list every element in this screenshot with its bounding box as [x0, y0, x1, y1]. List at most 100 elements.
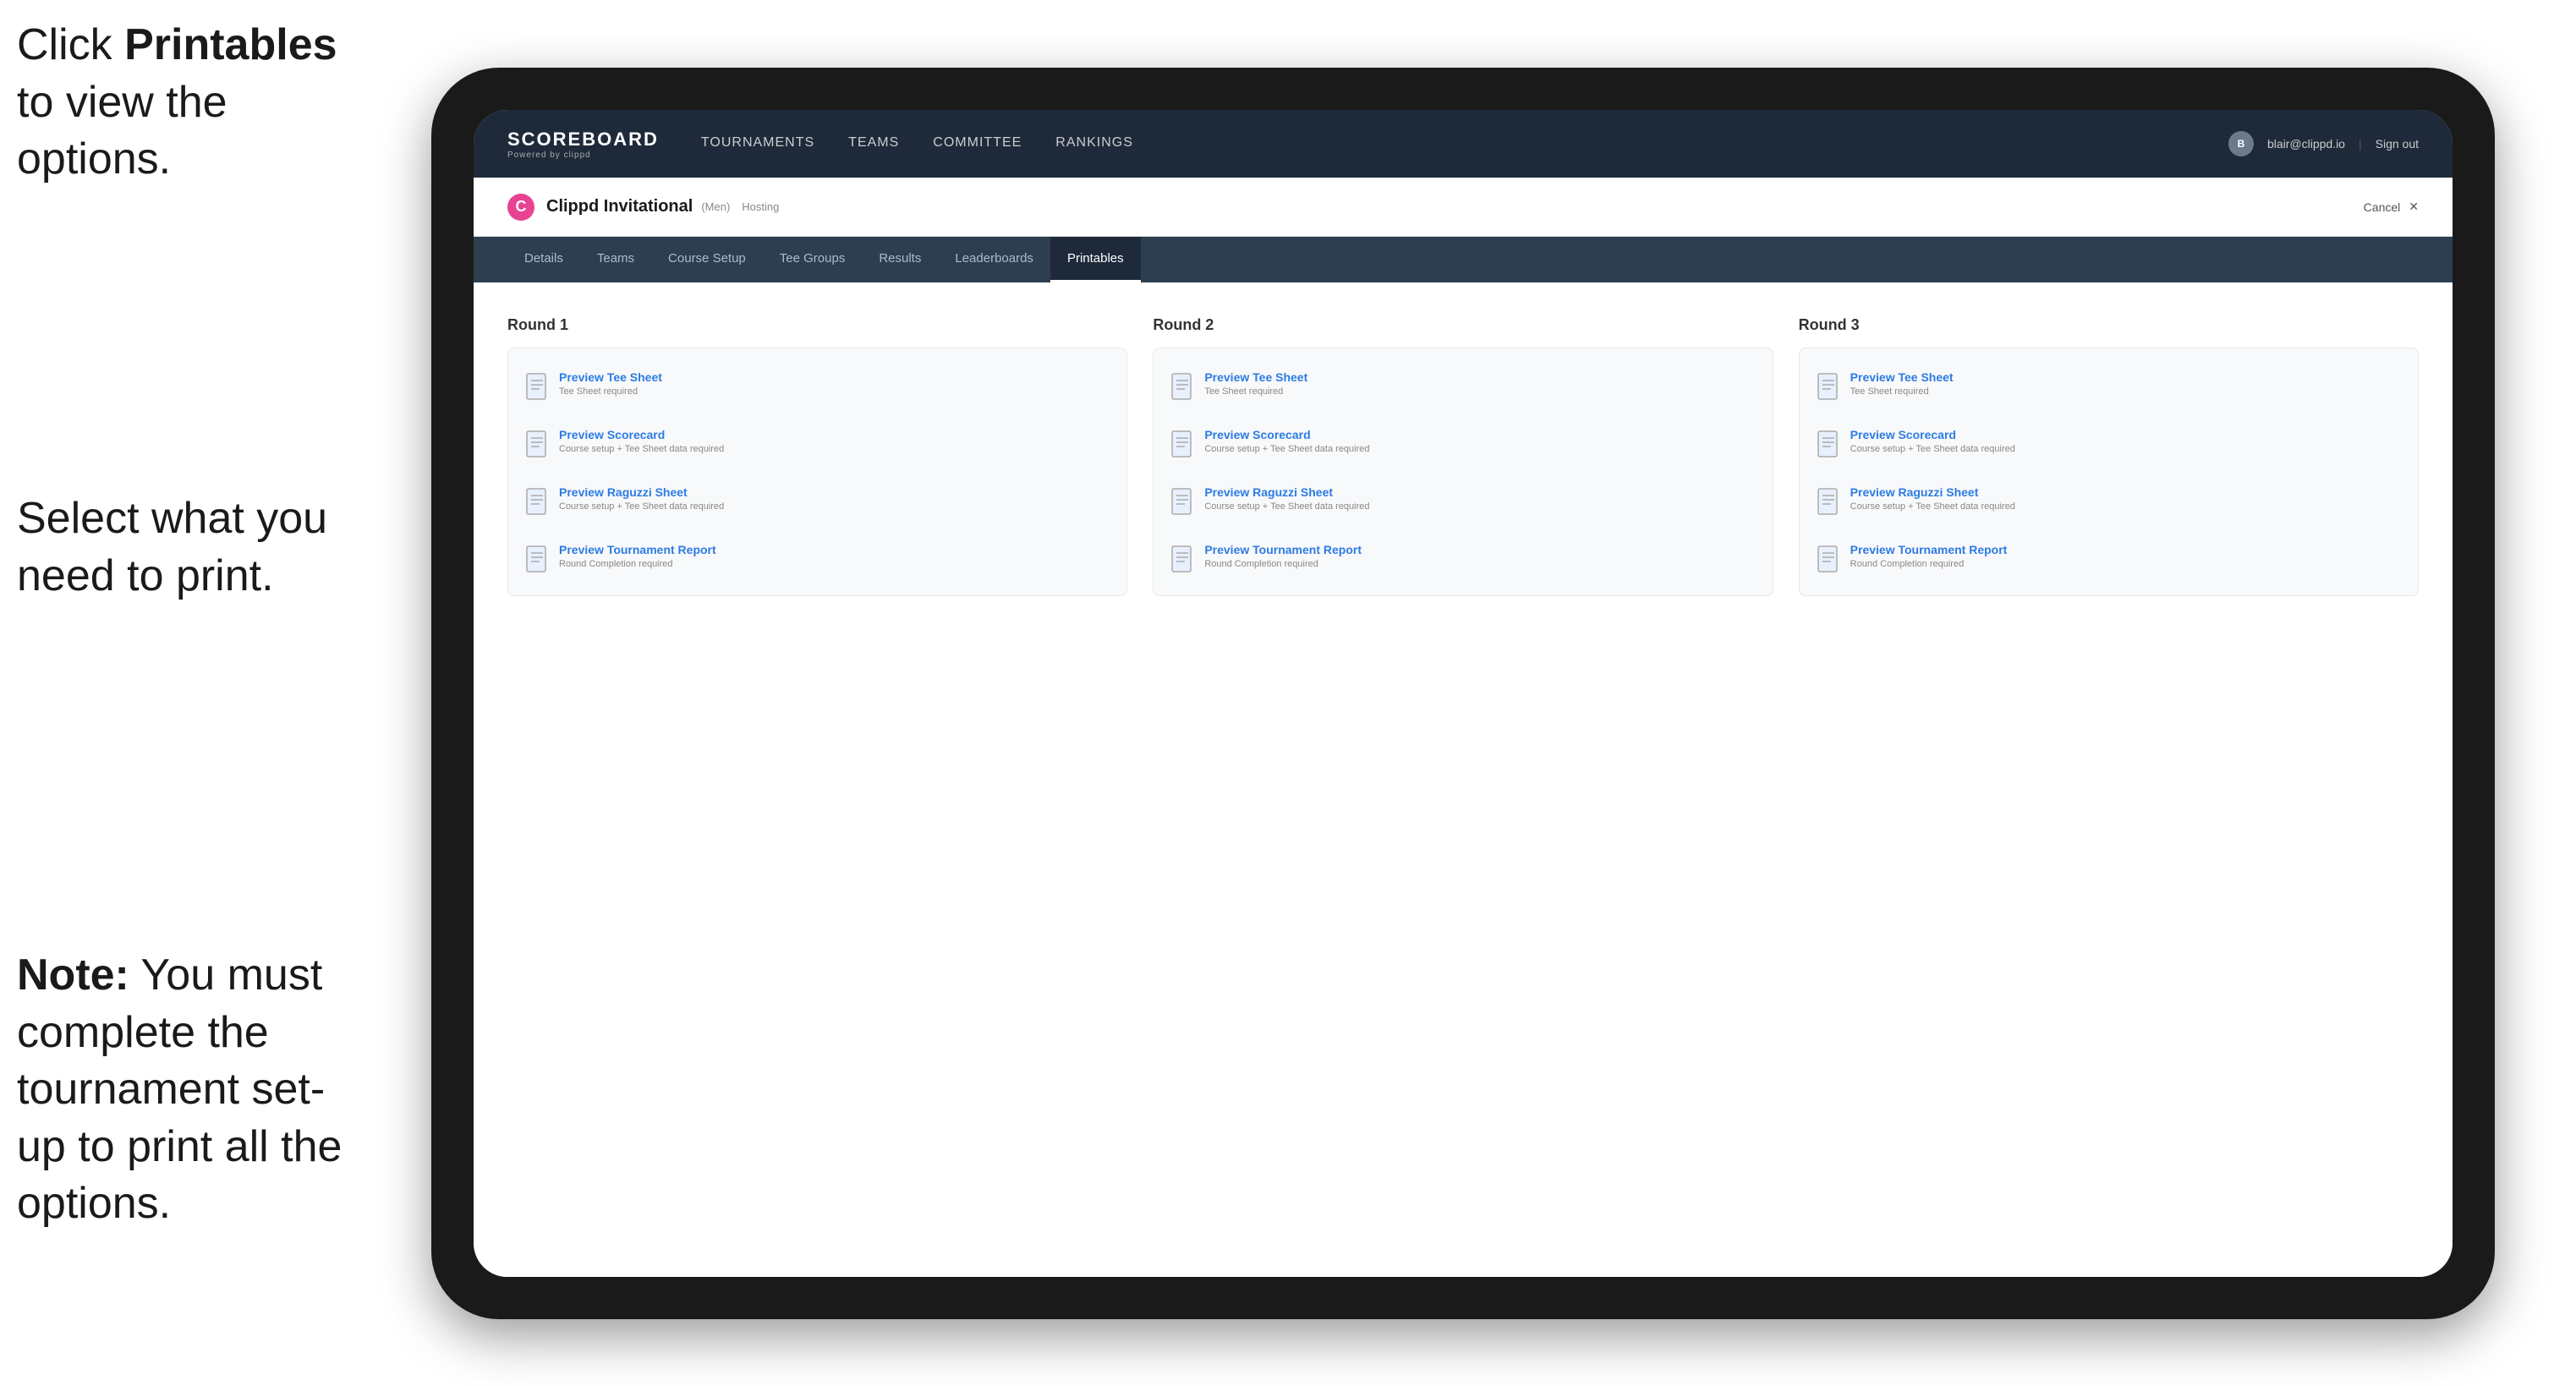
round-1-tee-sheet[interactable]: Preview Tee Sheet Tee Sheet required	[525, 365, 1110, 406]
round-3-tee-sheet-subtitle: Tee Sheet required	[1850, 386, 1954, 397]
annotation-bottom-bold: Note:	[17, 950, 129, 1000]
logo-title: SCOREBOARD	[507, 129, 659, 151]
tab-printables[interactable]: Printables	[1050, 237, 1141, 282]
nav-committee[interactable]: COMMITTEE	[933, 132, 1022, 156]
tournament-tag: (Men)	[701, 200, 730, 213]
tab-bar: Details Teams Course Setup Tee Groups Re…	[474, 237, 2453, 282]
document-icon-7	[1170, 487, 1194, 516]
round-1-scorecard-text: Preview Scorecard Course setup + Tee She…	[559, 428, 724, 454]
round-3-scorecard[interactable]: Preview Scorecard Course setup + Tee She…	[1817, 423, 2401, 463]
round-1-title: Round 1	[507, 316, 1127, 334]
top-nav-right: B blair@clippd.io | Sign out	[2228, 131, 2419, 156]
round-2-raguzzi-subtitle: Course setup + Tee Sheet data required	[1204, 501, 1369, 512]
document-icon-10	[1817, 430, 1840, 458]
document-icon-5	[1170, 372, 1194, 401]
round-2-scorecard-title: Preview Scorecard	[1204, 428, 1369, 441]
tab-details[interactable]: Details	[507, 237, 580, 282]
round-1-tournament-report[interactable]: Preview Tournament Report Round Completi…	[525, 538, 1110, 578]
annotation-top-suffix: to view the options.	[17, 78, 227, 184]
user-email: blair@clippd.io	[2267, 137, 2345, 151]
round-1-raguzzi[interactable]: Preview Raguzzi Sheet Course setup + Tee…	[525, 480, 1110, 521]
tournament-name: Clippd Invitational	[546, 197, 693, 216]
rounds-grid: Round 1	[507, 316, 2419, 596]
round-3-scorecard-subtitle: Course setup + Tee Sheet data required	[1850, 444, 2015, 454]
round-1-tournament-report-title: Preview Tournament Report	[559, 543, 716, 556]
tournament-logo-icon: C	[507, 194, 534, 221]
round-3-tournament-report-title: Preview Tournament Report	[1850, 543, 2008, 556]
round-1-raguzzi-title: Preview Raguzzi Sheet	[559, 485, 724, 499]
round-1-tee-sheet-subtitle: Tee Sheet required	[559, 386, 662, 397]
round-3-tee-sheet-title: Preview Tee Sheet	[1850, 370, 1954, 384]
nav-rankings[interactable]: RANKINGS	[1055, 132, 1133, 156]
user-avatar: B	[2228, 131, 2254, 156]
annotation-middle: Select what you need to print.	[17, 490, 338, 605]
separator: |	[2359, 137, 2362, 151]
annotation-top: Click Printables to view the options.	[17, 17, 338, 189]
annotation-top-bold: Printables	[124, 20, 337, 69]
nav-tournaments[interactable]: TOURNAMENTS	[701, 132, 814, 156]
document-icon-4	[525, 545, 549, 573]
round-3-tournament-report[interactable]: Preview Tournament Report Round Completi…	[1817, 538, 2401, 578]
tab-results[interactable]: Results	[862, 237, 938, 282]
document-icon-6	[1170, 430, 1194, 458]
round-2-title: Round 2	[1153, 316, 1773, 334]
round-2-column: Round 2 Preview Tee Sheet Tee Sheet requ…	[1153, 316, 1773, 596]
round-1-tournament-report-subtitle: Round Completion required	[559, 559, 716, 569]
round-1-card: Preview Tee Sheet Tee Sheet required	[507, 348, 1127, 596]
cancel-icon: ✕	[2409, 200, 2419, 214]
scoreboard-logo: SCOREBOARD Powered by clippd	[507, 129, 659, 160]
document-icon-8	[1170, 545, 1194, 573]
round-3-column: Round 3 Preview Tee Sheet Tee Sheet requ…	[1799, 316, 2419, 596]
round-2-raguzzi[interactable]: Preview Raguzzi Sheet Course setup + Tee…	[1170, 480, 1755, 521]
round-2-tee-sheet-subtitle: Tee Sheet required	[1204, 386, 1307, 397]
round-3-raguzzi-subtitle: Course setup + Tee Sheet data required	[1850, 501, 2015, 512]
document-icon-12	[1817, 545, 1840, 573]
document-icon	[525, 372, 549, 401]
round-3-raguzzi-title: Preview Raguzzi Sheet	[1850, 485, 2015, 499]
top-nav-links: TOURNAMENTS TEAMS COMMITTEE RANKINGS	[701, 132, 2228, 156]
annotation-bottom: Note: You must complete the tournament s…	[17, 947, 364, 1233]
round-1-tee-sheet-title: Preview Tee Sheet	[559, 370, 662, 384]
round-1-column: Round 1	[507, 316, 1127, 596]
tab-course-setup[interactable]: Course Setup	[651, 237, 763, 282]
round-1-tournament-report-text: Preview Tournament Report Round Completi…	[559, 543, 716, 569]
tablet-screen: SCOREBOARD Powered by clippd TOURNAMENTS…	[474, 110, 2453, 1277]
cancel-button[interactable]: Cancel ✕	[2364, 200, 2419, 214]
round-2-tournament-report-subtitle: Round Completion required	[1204, 559, 1362, 569]
annotation-top-prefix: Click	[17, 20, 124, 69]
round-2-card: Preview Tee Sheet Tee Sheet required Pre…	[1153, 348, 1773, 596]
round-2-tournament-report[interactable]: Preview Tournament Report Round Completi…	[1170, 538, 1755, 578]
sign-out-link[interactable]: Sign out	[2376, 137, 2419, 151]
document-icon-11	[1817, 487, 1840, 516]
round-1-tee-sheet-text: Preview Tee Sheet Tee Sheet required	[559, 370, 662, 397]
tab-teams[interactable]: Teams	[580, 237, 651, 282]
hosting-badge: Hosting	[742, 200, 779, 213]
round-2-raguzzi-title: Preview Raguzzi Sheet	[1204, 485, 1369, 499]
round-3-raguzzi[interactable]: Preview Raguzzi Sheet Course setup + Tee…	[1817, 480, 2401, 521]
sub-header: C Clippd Invitational (Men) Hosting Canc…	[474, 178, 2453, 237]
round-1-raguzzi-text: Preview Raguzzi Sheet Course setup + Tee…	[559, 485, 724, 512]
round-3-title: Round 3	[1799, 316, 2419, 334]
round-2-scorecard-subtitle: Course setup + Tee Sheet data required	[1204, 444, 1369, 454]
document-icon-3	[525, 487, 549, 516]
tab-tee-groups[interactable]: Tee Groups	[763, 237, 863, 282]
document-icon-2	[525, 430, 549, 458]
round-3-scorecard-title: Preview Scorecard	[1850, 428, 2015, 441]
annotation-middle-text: Select what you need to print.	[17, 494, 327, 600]
round-3-tee-sheet[interactable]: Preview Tee Sheet Tee Sheet required	[1817, 365, 2401, 406]
document-icon-9	[1817, 372, 1840, 401]
nav-teams[interactable]: TEAMS	[848, 132, 899, 156]
cancel-label: Cancel	[2364, 200, 2401, 214]
round-1-scorecard-title: Preview Scorecard	[559, 428, 724, 441]
round-2-tee-sheet-title: Preview Tee Sheet	[1204, 370, 1307, 384]
tablet: SCOREBOARD Powered by clippd TOURNAMENTS…	[431, 68, 2495, 1319]
top-nav: SCOREBOARD Powered by clippd TOURNAMENTS…	[474, 110, 2453, 178]
round-3-card: Preview Tee Sheet Tee Sheet required Pre…	[1799, 348, 2419, 596]
round-2-scorecard[interactable]: Preview Scorecard Course setup + Tee She…	[1170, 423, 1755, 463]
round-2-tournament-report-title: Preview Tournament Report	[1204, 543, 1362, 556]
round-1-scorecard-subtitle: Course setup + Tee Sheet data required	[559, 444, 724, 454]
main-content: Round 1	[474, 282, 2453, 1277]
round-2-tee-sheet[interactable]: Preview Tee Sheet Tee Sheet required	[1170, 365, 1755, 406]
round-1-scorecard[interactable]: Preview Scorecard Course setup + Tee She…	[525, 423, 1110, 463]
tab-leaderboards[interactable]: Leaderboards	[938, 237, 1050, 282]
